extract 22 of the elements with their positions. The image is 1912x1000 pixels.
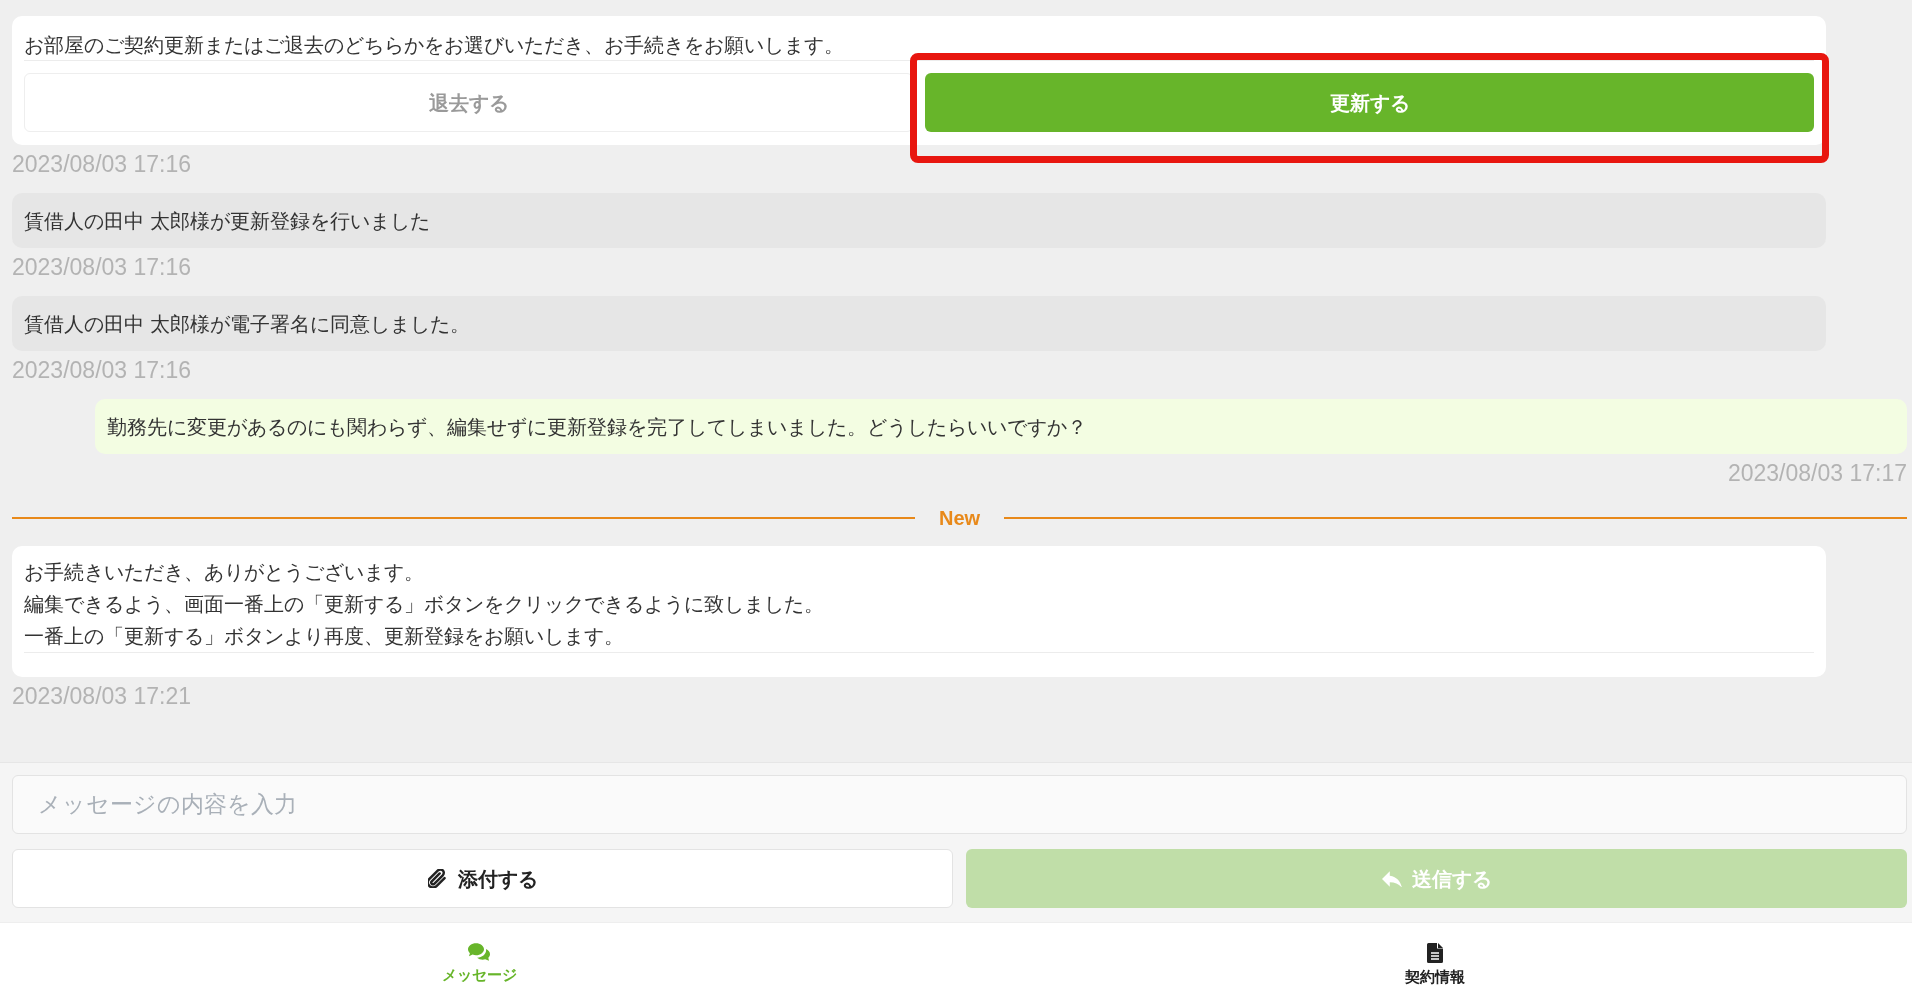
nav-tab[interactable]: メッセージ [0,923,958,1000]
chat-bubbles-icon [468,943,490,961]
renew-button[interactable]: 更新する [925,73,1814,132]
message-line: お手続きいただき、ありがとうございます。 [24,561,424,583]
message-input[interactable]: メッセージの内容を入力 [12,775,1907,834]
new-divider-label: New [937,506,982,531]
message-bubble: 賃借人の田中 太郎様が更新登録を行いました [12,193,1826,248]
document-icon [1427,943,1443,963]
reply-arrow-icon [1381,870,1402,887]
message-line: 一番上の「更新する」ボタンより再度、更新登録をお願いします。 [24,625,624,647]
nav-tab[interactable]: 契約情報 [958,923,1912,1000]
message-bubble: 勤務先に変更があるのにも関わらず、編集せずに更新登録を完了してしまいました。どうしたらいいですか？ [95,399,1907,454]
attach-button[interactable]: 添付する [12,849,953,908]
message-text: お部屋のご契約更新またはご退去のどちらかをお選びいただき、お手続きをお願いします。 [24,34,844,56]
timestamp: 2023/08/03 17:16 [12,356,192,385]
timestamp: 2023/08/03 17:21 [12,682,192,711]
timestamp: 2023/08/03 17:16 [12,150,192,179]
paperclip-icon [427,869,446,888]
timestamp: 2023/08/03 17:16 [12,253,192,282]
timestamp: 2023/08/03 17:17 [1727,459,1907,488]
message-bubble: 賃借人の田中 太郎様が電子署名に同意しました。 [12,296,1826,351]
message-line: 編集できるよう、画面一番上の「更新する」ボタンをクリックできるように致しました。 [24,593,824,615]
